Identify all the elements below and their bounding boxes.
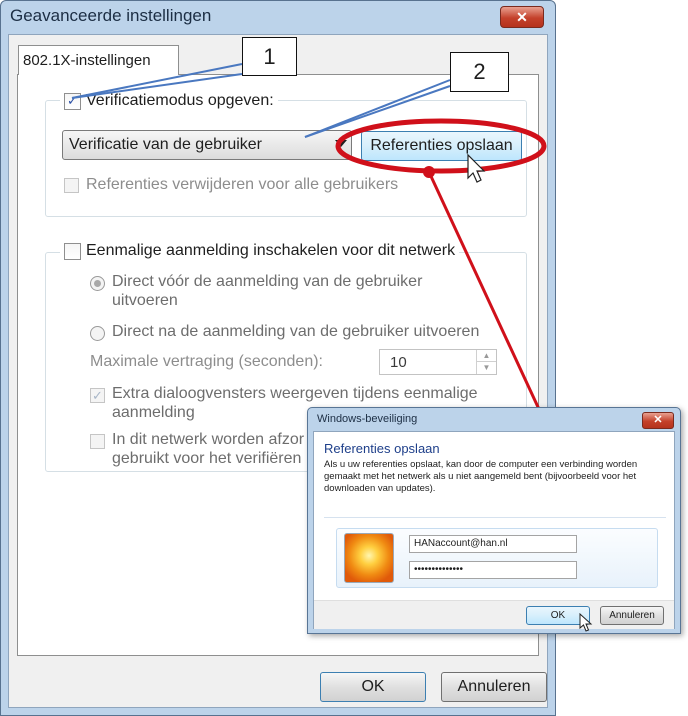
dropdown-arrow-icon xyxy=(335,140,347,147)
password-field[interactable]: •••••••••••••• xyxy=(409,561,577,579)
radio-before-logon-label-1: Direct vóór de aanmelding van de gebruik… xyxy=(112,273,423,290)
max-delay-spinner[interactable]: ▲ ▼ xyxy=(476,350,496,374)
close-button[interactable]: ✕ xyxy=(500,6,544,28)
dialog-body: Referenties opslaan Als u uw referenties… xyxy=(313,431,675,632)
delete-credentials-label: Referenties verwijderen voor alle gebrui… xyxy=(86,176,399,193)
mouse-cursor-icon xyxy=(579,613,593,632)
separate-accounts-label-1: In dit netwerk worden afzor xyxy=(112,431,305,448)
radio-before-logon-label-2: uitvoeren xyxy=(112,292,178,309)
dialog-heading: Referenties opslaan xyxy=(324,441,440,456)
dialog-close-button[interactable]: ✕ xyxy=(642,412,674,429)
verification-mode-select[interactable]: Verificatie van de gebruiker xyxy=(62,130,352,160)
verification-checkbox[interactable]: ✓ xyxy=(64,92,81,110)
window-title: Geavanceerde instellingen xyxy=(10,6,212,25)
credential-tile[interactable]: HANaccount@han.nl •••••••••••••• xyxy=(336,528,658,588)
username-field[interactable]: HANaccount@han.nl xyxy=(409,535,577,553)
spin-down-icon[interactable]: ▼ xyxy=(477,362,496,373)
ok-button[interactable]: OK xyxy=(320,672,426,702)
spin-up-icon[interactable]: ▲ xyxy=(477,350,496,362)
callout-2: 2 xyxy=(450,52,509,92)
dialog-separator xyxy=(324,517,666,518)
separate-accounts-label-2: gebruikt voor het verifiëren xyxy=(112,450,302,467)
save-credentials-button[interactable]: Referenties opslaan xyxy=(361,131,522,161)
verification-checkbox-label: Verificatiemodus opgeven: xyxy=(86,92,274,109)
dialog-description: Als u uw referenties opslaat, kan door d… xyxy=(324,459,638,494)
max-delay-label: Maximale vertraging (seconden): xyxy=(90,353,323,370)
user-avatar-icon xyxy=(344,533,394,583)
callout-1: 1 xyxy=(242,37,297,76)
radio-after-logon-label: Direct na de aanmelding van de gebruiker… xyxy=(112,323,480,340)
radio-before-logon[interactable] xyxy=(90,276,105,291)
delete-credentials-checkbox[interactable] xyxy=(64,178,79,193)
separate-accounts-checkbox[interactable] xyxy=(90,434,105,449)
dialog-title: Windows-beveiliging xyxy=(317,413,418,425)
verification-header: ✓ Verificatiemodus opgeven: xyxy=(60,91,278,111)
extra-dialogs-checkbox[interactable]: ✓ xyxy=(90,388,105,403)
extra-dialogs-label-1: Extra dialoogvensters weergeven tijdens … xyxy=(112,385,478,402)
extra-dialogs-label-2: aanmelding xyxy=(112,404,195,421)
windows-security-dialog: Windows-beveiliging ✕ Referenties opslaa… xyxy=(307,407,681,634)
sso-checkbox[interactable] xyxy=(64,242,81,260)
cancel-button[interactable]: Annuleren xyxy=(441,672,547,702)
sso-checkbox-label: Eenmalige aanmelding inschakelen voor di… xyxy=(86,242,456,259)
tab-8021x-settings[interactable]: 802.1X-instellingen xyxy=(18,45,179,75)
dialog-footer: OK Annuleren xyxy=(314,600,674,632)
close-icon: ✕ xyxy=(516,9,528,25)
radio-after-logon[interactable] xyxy=(90,326,105,341)
close-icon: ✕ xyxy=(653,414,663,426)
dialog-cancel-button[interactable]: Annuleren xyxy=(600,606,664,625)
sso-header: Eenmalige aanmelding inschakelen voor di… xyxy=(60,241,460,261)
